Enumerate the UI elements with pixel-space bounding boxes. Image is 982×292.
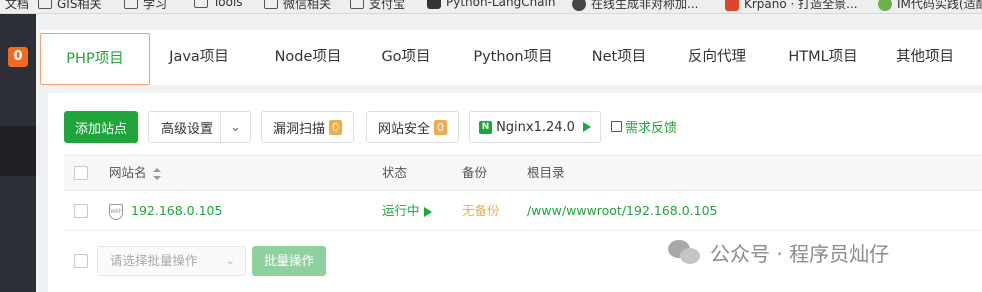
play-icon — [423, 206, 432, 217]
bookmark-im[interactable]: IM代码实践(适配... — [878, 0, 982, 12]
bookmark-langchain[interactable]: Python-LangChain — [427, 0, 555, 9]
folder-icon — [124, 0, 138, 9]
site-security-label: 网站安全 — [377, 121, 430, 137]
tab-node[interactable]: Node项目 — [258, 30, 358, 85]
column-name[interactable]: 网站名 — [109, 156, 161, 190]
tab-net[interactable]: Net项目 — [574, 30, 664, 85]
wechat-icon — [668, 239, 702, 266]
feedback-link[interactable]: 需求反馈 — [611, 117, 677, 136]
root-dir-link[interactable]: /www/wwwroot/192.168.0.105 — [527, 191, 718, 231]
batch-select-placeholder: 请选择批量操作 — [110, 253, 198, 268]
add-site-button[interactable]: 添加站点 — [64, 111, 138, 143]
bookmark-wechat[interactable]: 微信相关 — [264, 0, 331, 12]
backup-cell[interactable]: 无备份 — [462, 191, 500, 231]
status-cell[interactable]: 运行中 — [382, 191, 432, 231]
im-icon — [878, 0, 892, 11]
status-label: 运行中 — [382, 203, 420, 218]
project-tabs: PHP项目 Java项目 Node项目 Go项目 Python项目 Net项目 … — [40, 30, 982, 85]
watermark: 公众号 · 程序员灿仔 — [668, 238, 889, 267]
github-icon — [427, 0, 441, 9]
sort-icon[interactable] — [152, 167, 161, 180]
sidebar-active-item[interactable] — [0, 126, 36, 176]
table-row: WAF 192.168.0.105 运行中 无备份 /www/wwwroot/19… — [64, 191, 982, 231]
column-backup: 备份 — [462, 165, 488, 180]
tab-python[interactable]: Python项目 — [458, 30, 568, 85]
globe-icon — [572, 0, 586, 11]
krpano-icon — [725, 0, 739, 11]
tab-java[interactable]: Java项目 — [154, 30, 244, 85]
bookmarks-bar: 文档 GIS相关 学习 Tools 微信相关 支付宝 Python-LangCh… — [0, 0, 982, 14]
notification-badge[interactable]: 0 — [8, 47, 28, 67]
watermark-text: 公众号 · 程序员灿仔 — [710, 242, 890, 266]
waf-shield-icon: WAF — [109, 203, 123, 220]
chevron-down-icon[interactable]: ⌄ — [220, 112, 250, 142]
batch-checkbox[interactable] — [74, 254, 88, 268]
bookmark-study[interactable]: 学习 — [124, 0, 167, 12]
nginx-button[interactable]: N Nginx1.24.0 — [469, 111, 601, 143]
advanced-settings-dropdown[interactable]: 高级设置 ⌄ — [148, 111, 251, 143]
vuln-count-badge: 0 — [329, 119, 342, 135]
site-security-button[interactable]: 网站安全 0 — [366, 111, 459, 143]
play-icon — [582, 122, 591, 132]
feedback-label: 需求反馈 — [625, 121, 678, 136]
batch-operation-select[interactable]: 请选择批量操作 ⌄ — [97, 246, 246, 276]
site-name-link[interactable]: 192.168.0.105 — [131, 203, 222, 218]
nginx-icon: N — [479, 120, 493, 134]
folder-icon — [38, 0, 52, 9]
tab-html[interactable]: HTML项目 — [768, 30, 878, 85]
chevron-down-icon: ⌄ — [225, 254, 235, 267]
feedback-icon — [611, 121, 622, 132]
nginx-label: Nginx1.24.0 — [496, 119, 575, 135]
table-header: 网站名 状态 备份 根目录 — [64, 155, 982, 191]
batch-operation-button[interactable]: 批量操作 — [252, 246, 326, 276]
folder-icon — [264, 0, 278, 9]
sidebar: 0 — [0, 14, 36, 292]
security-count-badge: 0 — [434, 119, 447, 135]
advanced-settings-label: 高级设置 — [161, 121, 214, 137]
tab-php[interactable]: PHP项目 — [40, 33, 150, 85]
tab-reverse-proxy[interactable]: 反向代理 — [672, 30, 762, 85]
row-checkbox[interactable] — [74, 204, 88, 218]
folder-icon — [194, 0, 208, 8]
vuln-scan-label: 漏洞扫描 — [272, 121, 325, 137]
select-all-checkbox[interactable] — [74, 166, 88, 180]
folder-icon — [350, 0, 364, 9]
bookmark-alipay[interactable]: 支付宝 — [350, 0, 405, 12]
bookmark-tools[interactable]: Tools — [194, 0, 243, 9]
bookmark-keygen[interactable]: 在线生成非对称加... — [572, 0, 698, 12]
vuln-scan-button[interactable]: 漏洞扫描 0 — [261, 111, 354, 143]
column-status: 状态 — [382, 165, 408, 180]
bookmark-gis[interactable]: GIS相关 — [38, 0, 101, 12]
tab-other[interactable]: 其他项目 — [880, 30, 970, 85]
bookmark-docs[interactable]: 文档 — [0, 0, 29, 12]
tab-go[interactable]: Go项目 — [366, 30, 446, 85]
column-root: 根目录 — [527, 165, 565, 180]
site-name-cell[interactable]: WAF 192.168.0.105 — [109, 191, 222, 231]
bookmark-krpano[interactable]: Krpano · 打造全景... — [725, 0, 858, 12]
